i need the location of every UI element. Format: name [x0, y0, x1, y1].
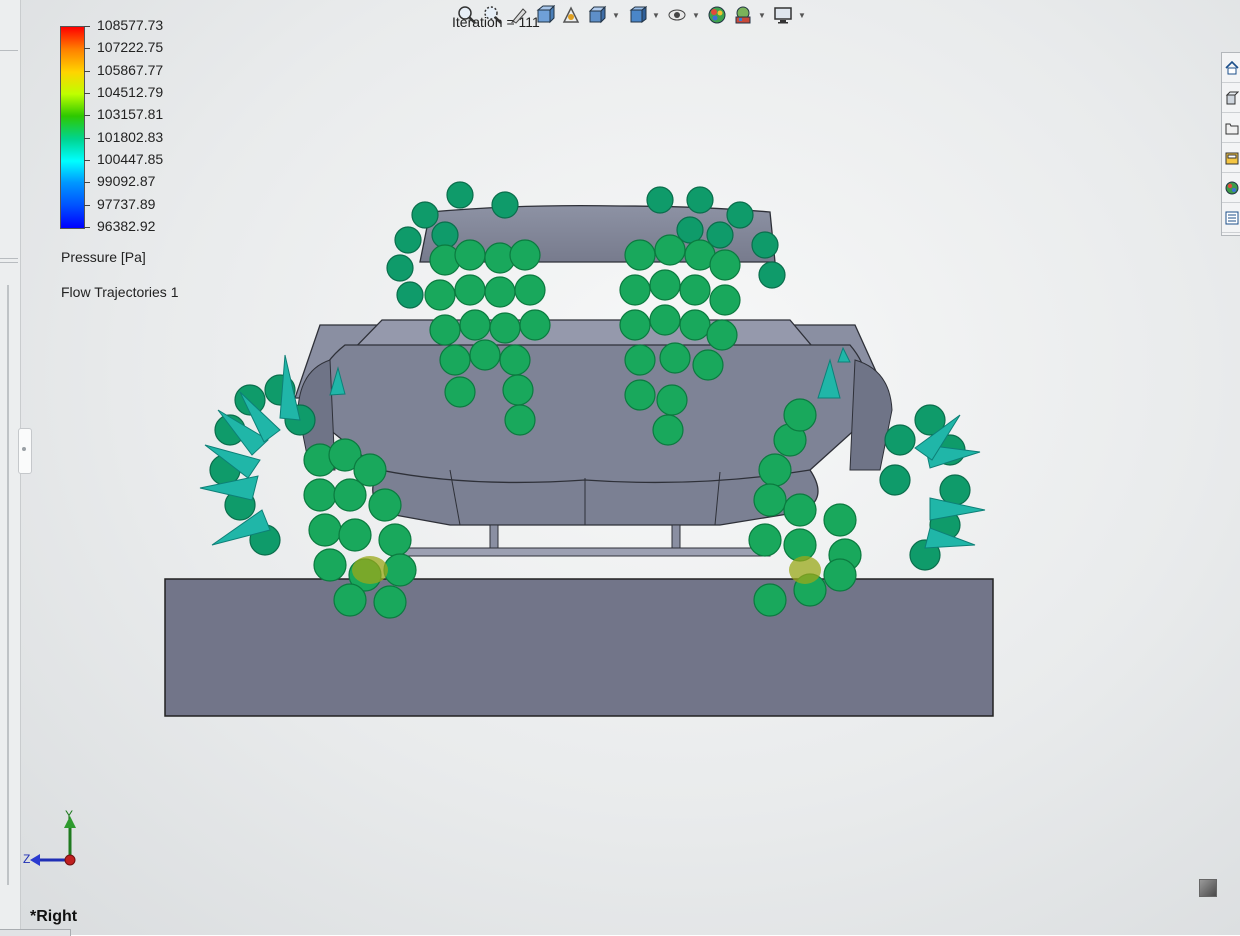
- hide-show-items-icon[interactable]: [666, 4, 688, 26]
- chevron-down-icon[interactable]: ▼: [758, 4, 766, 26]
- legend-parameter-label: Pressure [Pa]: [61, 249, 146, 265]
- zoom-to-fit-icon[interactable]: [456, 4, 478, 26]
- display-style-icon[interactable]: [626, 4, 648, 26]
- legend-tick: [84, 48, 90, 50]
- graphics-options-icon[interactable]: [1199, 879, 1217, 897]
- legend-tick: [84, 93, 90, 94]
- apply-scene-icon[interactable]: [732, 4, 754, 26]
- legend-tick: [84, 182, 90, 184]
- legend-color-band: [61, 160, 84, 184]
- heads-up-view-toolbar: ▼ ▼ ▼ ▼ ▼: [456, 3, 812, 27]
- zoom-to-area-icon[interactable]: [482, 4, 504, 26]
- triad-z-label: Z: [23, 852, 31, 866]
- legend-value: 105867.77: [97, 61, 164, 78]
- task-pane-tabs: [1221, 52, 1240, 236]
- legend-color-band: [61, 71, 84, 94]
- edit-appearance-icon[interactable]: [706, 4, 728, 26]
- legend-value: 108577.73: [97, 17, 164, 33]
- legend-color-band: [61, 49, 84, 72]
- folder-icon[interactable]: [1222, 113, 1240, 143]
- legend-value: 99092.87: [97, 173, 156, 190]
- home-icon[interactable]: [1222, 53, 1240, 83]
- appearances-icon[interactable]: [1222, 173, 1240, 203]
- legend-tick: [84, 227, 90, 228]
- legend-tick: [84, 137, 90, 139]
- chevron-down-icon[interactable]: ▼: [692, 4, 700, 26]
- triad-y-label: Y: [65, 808, 74, 822]
- legend-color-band: [61, 138, 84, 161]
- chevron-down-icon[interactable]: ▼: [612, 4, 620, 26]
- legend-value: 107222.75: [97, 39, 164, 56]
- legend-color-bar: [60, 26, 85, 229]
- legend-color-band: [61, 93, 84, 117]
- previous-view-icon[interactable]: [508, 4, 530, 26]
- legend-tick: [84, 70, 90, 72]
- legend-value: 100447.85: [97, 151, 164, 167]
- model-geometry: [164, 204, 994, 717]
- chevron-down-icon[interactable]: ▼: [652, 4, 660, 26]
- dynamic-annotation-icon[interactable]: [560, 4, 582, 26]
- custom-properties-icon[interactable]: [1222, 203, 1240, 233]
- legend-value: 104512.79: [97, 84, 164, 100]
- legend-value: 97737.89: [97, 195, 156, 212]
- section-view-icon[interactable]: [534, 4, 556, 26]
- legend-color-band: [61, 116, 84, 139]
- legend-color-band: [61, 27, 84, 50]
- legend-tick: [84, 204, 90, 206]
- 3d-parts-icon[interactable]: [1222, 83, 1240, 113]
- view-palette-icon[interactable]: [1222, 143, 1240, 173]
- legend-value: 96382.92: [97, 218, 156, 234]
- legend-tick: [84, 160, 90, 161]
- legend-color-band: [61, 183, 84, 206]
- coordinate-triad: [30, 816, 76, 866]
- legend-tick: [84, 115, 90, 117]
- view-settings-icon[interactable]: [772, 4, 794, 26]
- view-orientation-label: *Right: [30, 908, 78, 925]
- view-orientation-icon[interactable]: [586, 4, 608, 26]
- legend-value: 103157.81: [97, 106, 164, 123]
- legend-color-band: [61, 205, 84, 228]
- plot-name-label: Flow Trajectories 1: [61, 284, 179, 300]
- chevron-down-icon[interactable]: ▼: [798, 4, 806, 26]
- model-scene: [30, 181, 994, 866]
- legend-tick: [84, 26, 90, 27]
- legend-value: 101802.83: [97, 128, 164, 145]
